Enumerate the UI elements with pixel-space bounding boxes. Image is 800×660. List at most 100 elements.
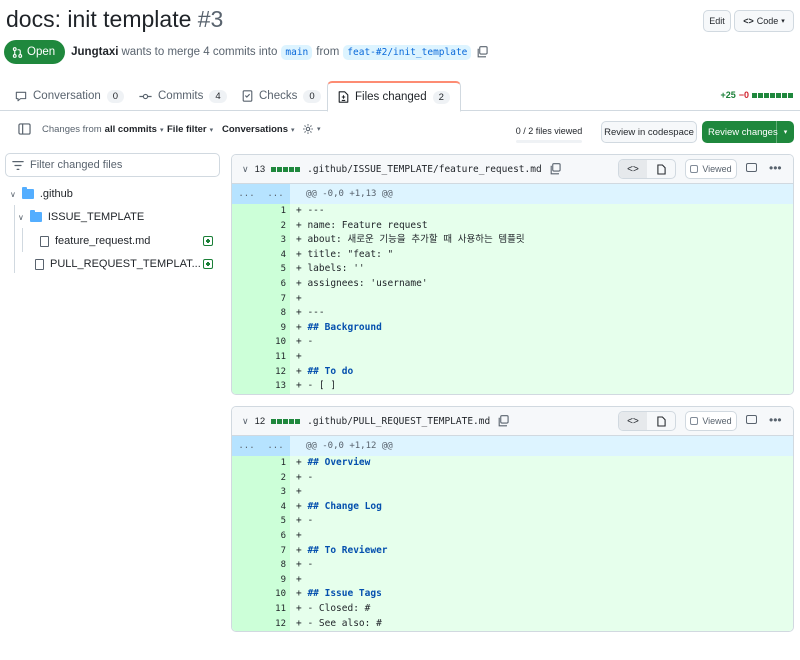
diff-line[interactable]: 10 + - bbox=[232, 335, 793, 350]
diff-line[interactable]: 6 + assignees: 'username' bbox=[232, 276, 793, 292]
new-line-number: 10 bbox=[261, 335, 290, 350]
diff-line[interactable]: 5 + labels: '' bbox=[232, 262, 793, 277]
kebab-menu-icon[interactable]: ••• bbox=[769, 413, 782, 427]
files-toolbar: Changes from all commits ▾ File filter ▾… bbox=[0, 118, 800, 146]
diff-line[interactable]: 3 + about: 새로운 기능을 추가할 때 사용하는 템플릿 bbox=[232, 233, 793, 248]
diff-line[interactable]: 12 + ## To do bbox=[232, 364, 793, 380]
diff-line[interactable]: 13 + - [ ] bbox=[232, 379, 793, 394]
settings-dropdown[interactable]: ▾ bbox=[302, 123, 321, 135]
tree-folder-github[interactable]: ∨ .github bbox=[10, 183, 73, 205]
filter-changed-files-input[interactable]: Filter changed files bbox=[5, 153, 220, 177]
diff-line[interactable]: 3 + bbox=[232, 485, 793, 500]
copy-icon[interactable] bbox=[498, 415, 509, 427]
diff-line[interactable]: 11 + - Closed: # bbox=[232, 601, 793, 617]
new-line-number: 6 bbox=[261, 528, 290, 544]
base-branch[interactable]: main bbox=[281, 44, 313, 60]
tab-commits[interactable]: Commits 4 bbox=[139, 81, 227, 111]
line-content: + bbox=[290, 485, 793, 500]
review-in-codespace-button[interactable]: Review in codespace bbox=[601, 121, 697, 143]
diff-line[interactable]: 9 + bbox=[232, 572, 793, 588]
new-line-number: 3 bbox=[261, 233, 290, 248]
checkbox-icon bbox=[690, 165, 699, 173]
line-content: + about: 새로운 기능을 추가할 때 사용하는 템플릿 bbox=[290, 233, 793, 248]
diff-line[interactable]: 9 + ## Background bbox=[232, 320, 793, 336]
file-path[interactable]: .github/ISSUE_TEMPLATE/feature_request.m… bbox=[307, 164, 542, 175]
old-line-number bbox=[232, 320, 261, 336]
comment-icon[interactable] bbox=[746, 415, 757, 424]
old-line-number bbox=[232, 364, 261, 380]
expand-gutter[interactable]: ...... bbox=[232, 436, 290, 456]
tab-count: 0 bbox=[303, 89, 321, 103]
viewed-checkbox[interactable]: Viewed bbox=[685, 411, 737, 431]
diff-line[interactable]: 12 + - See also: # bbox=[232, 616, 793, 632]
gear-icon bbox=[303, 124, 313, 134]
filter-placeholder: Filter changed files bbox=[30, 159, 123, 171]
code-view-icon[interactable]: <> bbox=[619, 160, 647, 178]
new-line-number: 2 bbox=[261, 218, 290, 234]
kebab-menu-icon[interactable]: ••• bbox=[769, 161, 782, 175]
diff-line[interactable]: 7 + ## To Reviewer bbox=[232, 543, 793, 559]
file-diff-icon bbox=[338, 91, 349, 103]
review-changes-button[interactable]: Review changes ▾ bbox=[702, 121, 794, 143]
file-filter-dropdown[interactable]: File filter ▾ bbox=[167, 124, 213, 135]
diff-line[interactable]: 11 + bbox=[232, 349, 793, 365]
old-line-number bbox=[232, 456, 261, 471]
rich-view-icon[interactable] bbox=[647, 160, 675, 178]
new-line-number: 11 bbox=[261, 349, 290, 365]
edit-button[interactable]: Edit bbox=[703, 10, 731, 32]
changes-from-dropdown[interactable]: Changes from all commits ▾ bbox=[42, 124, 163, 135]
tab-checks[interactable]: Checks 0 bbox=[242, 81, 321, 111]
diff-line[interactable]: 6 + bbox=[232, 528, 793, 544]
checklist-icon bbox=[242, 90, 253, 102]
comment-icon[interactable] bbox=[746, 163, 757, 172]
sidebar-toggle-icon[interactable] bbox=[18, 123, 31, 135]
line-content: + --- bbox=[290, 306, 793, 321]
copy-icon[interactable] bbox=[550, 163, 561, 175]
code-icon: <> bbox=[743, 16, 754, 26]
collapse-chevron-icon[interactable]: ∨ bbox=[242, 416, 249, 427]
rich-view-icon[interactable] bbox=[647, 412, 675, 430]
line-content: + assignees: 'username' bbox=[290, 276, 793, 292]
code-button-label: Code bbox=[756, 16, 779, 26]
author-link[interactable]: Jungtaxi bbox=[71, 46, 118, 58]
diff-line[interactable]: 1 + --- bbox=[232, 204, 793, 219]
line-content: + ## Overview bbox=[290, 456, 793, 471]
checkbox-icon bbox=[690, 417, 699, 425]
diff-line[interactable]: 8 + --- bbox=[232, 306, 793, 321]
diff-line[interactable]: 2 + name: Feature request bbox=[232, 218, 793, 234]
diff-line[interactable]: 5 + - bbox=[232, 514, 793, 529]
diff-line[interactable]: 4 + ## Change Log bbox=[232, 499, 793, 515]
tree-folder-issue-template[interactable]: ∨ ISSUE_TEMPLATE bbox=[18, 206, 144, 228]
line-content: + title: "feat: " bbox=[290, 247, 793, 263]
tree-guide bbox=[22, 228, 23, 252]
copy-icon[interactable] bbox=[477, 46, 489, 58]
diff-line[interactable]: 1 + ## Overview bbox=[232, 456, 793, 471]
tab-files-changed[interactable]: Files changed 2 bbox=[327, 81, 461, 112]
file-diff: ∨ 12 .github/PULL_REQUEST_TEMPLATE.md <>… bbox=[231, 406, 794, 633]
diff-line[interactable]: 10 + ## Issue Tags bbox=[232, 587, 793, 602]
tree-item-label: ISSUE_TEMPLATE bbox=[47, 211, 145, 223]
conversations-dropdown[interactable]: Conversations ▾ bbox=[222, 124, 295, 135]
chevron-down-icon: ▾ bbox=[159, 126, 164, 134]
tree-file-feature-request[interactable]: feature_request.md bbox=[40, 230, 150, 252]
diff-line[interactable]: 2 + - bbox=[232, 470, 793, 486]
diff-line[interactable]: 7 + bbox=[232, 291, 793, 307]
expand-gutter[interactable]: ...... bbox=[232, 184, 290, 204]
chevron-down-icon: ▾ bbox=[291, 126, 295, 134]
new-line-number: 5 bbox=[261, 514, 290, 529]
chevron-down-icon: ▾ bbox=[776, 121, 794, 143]
code-view-icon[interactable]: <> bbox=[619, 412, 647, 430]
tree-file-pull-request-template[interactable]: PULL_REQUEST_TEMPLAT... bbox=[35, 253, 201, 275]
merge-text: wants to merge 4 commits into bbox=[121, 46, 278, 58]
file-path[interactable]: .github/PULL_REQUEST_TEMPLATE.md bbox=[307, 416, 490, 427]
old-line-number bbox=[232, 218, 261, 234]
tab-count: 2 bbox=[432, 90, 450, 104]
diff-line[interactable]: 8 + - bbox=[232, 558, 793, 573]
tab-conversation[interactable]: Conversation 0 bbox=[15, 81, 125, 111]
code-button[interactable]: <> Code ▾ bbox=[734, 10, 794, 32]
collapse-chevron-icon[interactable]: ∨ bbox=[242, 164, 249, 175]
tab-label: Conversation bbox=[33, 90, 101, 102]
head-branch[interactable]: feat-#2/init_template bbox=[343, 44, 472, 60]
diff-line[interactable]: 4 + title: "feat: " bbox=[232, 247, 793, 263]
viewed-checkbox[interactable]: Viewed bbox=[685, 159, 737, 179]
